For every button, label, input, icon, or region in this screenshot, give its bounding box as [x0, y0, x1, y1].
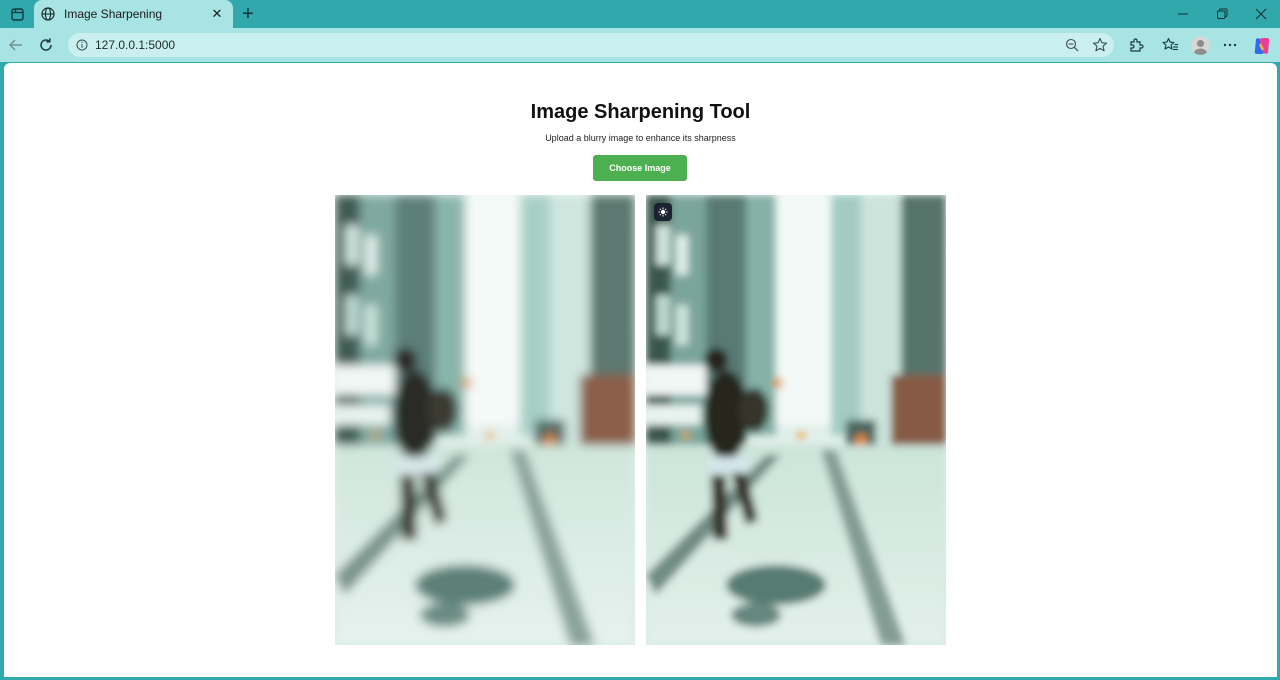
sparkle-icon[interactable] [654, 203, 672, 221]
site-info-icon[interactable] [74, 37, 90, 53]
extensions-icon[interactable] [1126, 35, 1146, 55]
address-bar[interactable]: 127.0.0.1:5000 [68, 33, 1114, 57]
restore-icon[interactable] [1203, 0, 1241, 28]
favorites-icon[interactable] [1160, 35, 1180, 55]
minimize-icon[interactable] [1164, 0, 1202, 28]
back-arrow-icon[interactable] [6, 35, 26, 55]
tab-actions-icon[interactable] [6, 4, 28, 24]
close-window-icon[interactable] [1242, 0, 1280, 28]
url-text[interactable]: 127.0.0.1:5000 [95, 38, 175, 52]
copilot-icon[interactable] [1252, 36, 1272, 56]
original-image [335, 195, 635, 645]
choose-image-button[interactable]: Choose Image [593, 155, 687, 181]
street-photo-blurry-icon [335, 195, 635, 645]
sharpened-image [646, 195, 946, 645]
browser-titlebar: Image Sharpening ✕ + [0, 0, 1280, 28]
tab-close-icon[interactable]: ✕ [209, 6, 225, 22]
globe-icon [40, 6, 56, 22]
zoom-out-icon[interactable] [1064, 37, 1080, 53]
page-subtitle: Upload a blurry image to enhance its sha… [545, 133, 736, 143]
browser-tab[interactable]: Image Sharpening ✕ [34, 0, 233, 28]
page-title: Image Sharpening Tool [530, 101, 751, 123]
page-content: Image Sharpening Tool Upload a blurry im… [4, 63, 1277, 677]
more-menu-icon[interactable] [1220, 35, 1240, 55]
favorite-star-icon[interactable] [1091, 36, 1109, 54]
tab-title: Image Sharpening [64, 7, 163, 21]
reload-icon[interactable] [36, 35, 56, 55]
street-photo-sharpened-icon [646, 195, 946, 645]
profile-avatar-icon[interactable] [1191, 36, 1210, 55]
new-tab-button[interactable]: + [238, 4, 258, 24]
browser-toolbar: 127.0.0.1:5000 [0, 28, 1280, 62]
